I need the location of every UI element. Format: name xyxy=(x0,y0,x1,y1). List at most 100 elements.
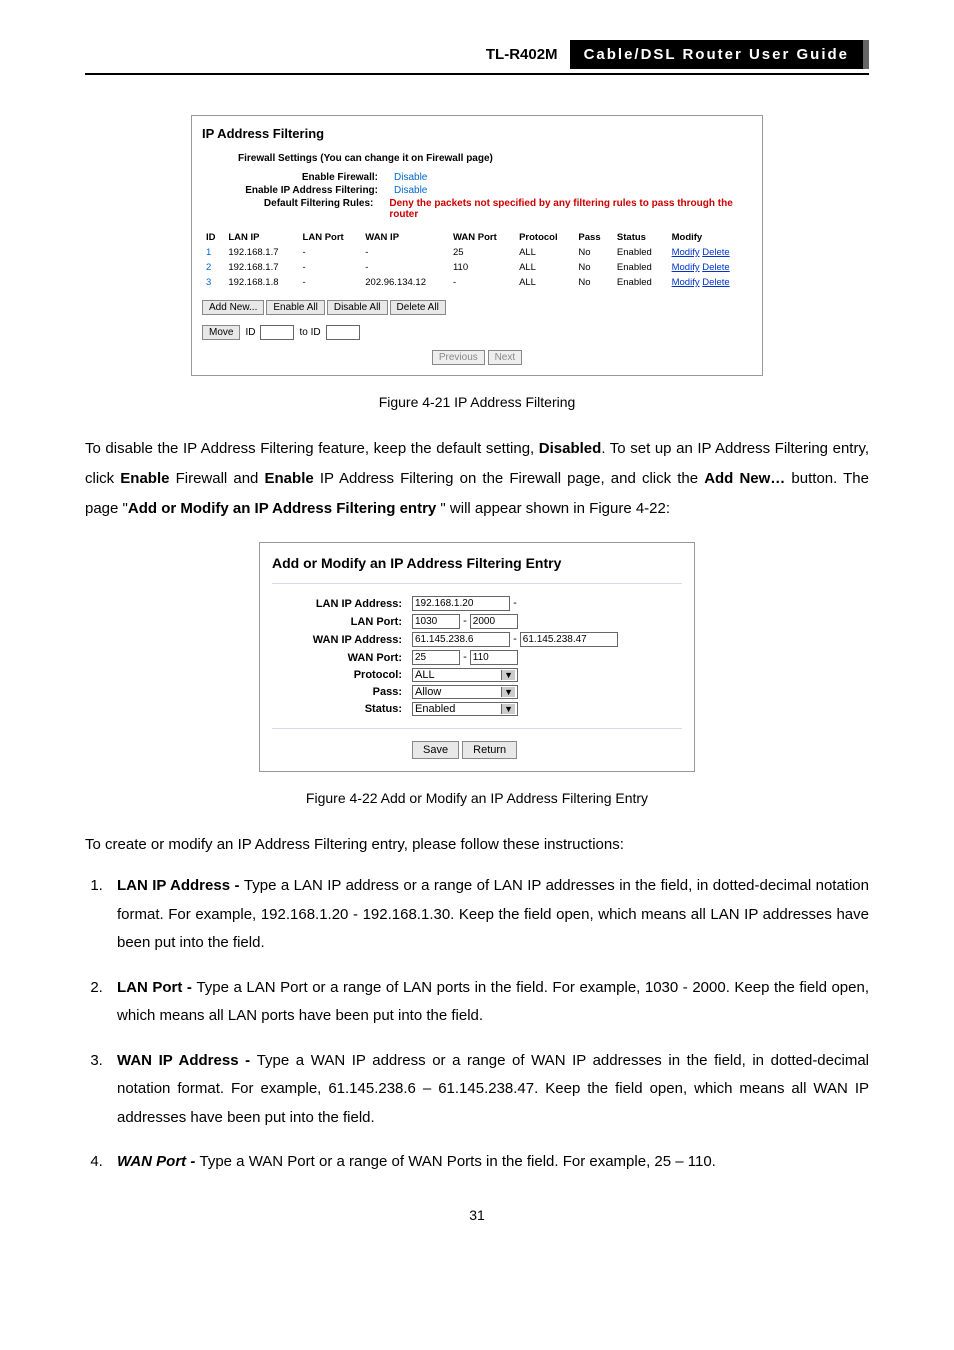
table-row: 1 192.168.1.7 - - 25 ALL No Enabled Modi… xyxy=(202,245,752,260)
cell-status: Enabled xyxy=(613,260,668,275)
disable-all-button[interactable]: Disable All xyxy=(327,300,388,315)
pass-row: Pass: Allow▼ xyxy=(272,685,682,699)
chevron-down-icon: ▼ xyxy=(501,704,515,714)
delete-link[interactable]: Delete xyxy=(702,262,729,273)
list-item: LAN Port - Type a LAN Port or a range of… xyxy=(107,974,869,1031)
cell-lan-ip: 192.168.1.7 xyxy=(224,260,298,275)
delete-link[interactable]: Delete xyxy=(702,277,729,288)
modify-link[interactable]: Modify xyxy=(672,277,700,288)
lan-port-row: LAN Port: - xyxy=(272,614,682,629)
cell-modify: Modify Delete xyxy=(668,260,752,275)
cell-pass: No xyxy=(574,275,613,290)
cell-protocol: ALL xyxy=(515,260,574,275)
add-new-button[interactable]: Add New... xyxy=(202,300,264,315)
cell-wan-port: 110 xyxy=(449,260,515,275)
lan-port-to-input[interactable] xyxy=(470,614,518,629)
instructions-list: LAN IP Address - Type a LAN IP address o… xyxy=(85,872,869,1177)
cell-wan-port: - xyxy=(449,275,515,290)
modify-link[interactable]: Modify xyxy=(672,262,700,273)
dash: - xyxy=(463,651,467,663)
divider xyxy=(272,583,682,584)
enable-all-button[interactable]: Enable All xyxy=(266,300,324,315)
move-row: Move ID to ID xyxy=(202,325,752,340)
wan-port-to-input[interactable] xyxy=(470,650,518,665)
move-id-input[interactable] xyxy=(260,325,294,340)
cell-status: Enabled xyxy=(613,275,668,290)
enable-ipf-label: Enable IP Address Filtering: xyxy=(238,185,394,196)
move-id-label: ID xyxy=(245,327,255,338)
wan-ip-to-input[interactable] xyxy=(520,632,618,647)
protocol-row: Protocol: ALL▼ xyxy=(272,668,682,682)
cell-pass: No xyxy=(574,260,613,275)
wan-ip-row: WAN IP Address: - xyxy=(272,632,682,647)
status-label: Status: xyxy=(272,703,412,715)
previous-button[interactable]: Previous xyxy=(432,350,485,365)
modify-link[interactable]: Modify xyxy=(672,247,700,258)
enable-firewall-label: Enable Firewall: xyxy=(238,172,394,183)
next-button[interactable]: Next xyxy=(488,350,523,365)
col-wan-ip: WAN IP xyxy=(361,230,449,245)
dash: - xyxy=(463,615,467,627)
cell-pass: No xyxy=(574,245,613,260)
dash: - xyxy=(513,597,517,609)
lan-ip-label: LAN IP Address: xyxy=(272,598,412,610)
chevron-down-icon: ▼ xyxy=(501,670,515,680)
pass-label: Pass: xyxy=(272,686,412,698)
default-rules-label: Default Filtering Rules: xyxy=(238,198,389,220)
col-id: ID xyxy=(202,230,224,245)
move-button[interactable]: Move xyxy=(202,325,240,340)
cell-id: 3 xyxy=(202,275,224,290)
status-select[interactable]: Enabled▼ xyxy=(412,702,518,716)
table-header-row: ID LAN IP LAN Port WAN IP WAN Port Proto… xyxy=(202,230,752,245)
list-item: WAN IP Address - Type a WAN IP address o… xyxy=(107,1047,869,1133)
cell-lan-ip: 192.168.1.7 xyxy=(224,245,298,260)
dash: - xyxy=(513,633,517,645)
panel1-title: IP Address Filtering xyxy=(202,126,752,141)
cell-lan-port: - xyxy=(299,245,362,260)
pass-select[interactable]: Allow▼ xyxy=(412,685,518,699)
lan-ip-row: LAN IP Address: - xyxy=(272,596,682,611)
cell-protocol: ALL xyxy=(515,245,574,260)
wan-ip-label: WAN IP Address: xyxy=(272,634,412,646)
cell-wan-ip: 202.96.134.12 xyxy=(361,275,449,290)
col-protocol: Protocol xyxy=(515,230,574,245)
paragraph-2: To create or modify an IP Address Filter… xyxy=(85,830,869,860)
cell-id: 1 xyxy=(202,245,224,260)
to-id-input[interactable] xyxy=(326,325,360,340)
return-button[interactable]: Return xyxy=(462,741,517,759)
cell-wan-ip: - xyxy=(361,260,449,275)
col-wan-port: WAN Port xyxy=(449,230,515,245)
table-row: 3 192.168.1.8 - 202.96.134.12 - ALL No E… xyxy=(202,275,752,290)
save-button[interactable]: Save xyxy=(412,741,459,759)
enable-ipf-row: Enable IP Address Filtering: Disable xyxy=(238,185,752,196)
paragraph-1: To disable the IP Address Filtering feat… xyxy=(85,434,869,524)
cell-id: 2 xyxy=(202,260,224,275)
wan-ip-from-input[interactable] xyxy=(412,632,510,647)
filtering-table: ID LAN IP LAN Port WAN IP WAN Port Proto… xyxy=(202,230,752,290)
figure-caption-1: Figure 4-21 IP Address Filtering xyxy=(85,394,869,410)
divider xyxy=(272,728,682,729)
list-item: WAN Port - Type a WAN Port or a range of… xyxy=(107,1148,869,1177)
cell-protocol: ALL xyxy=(515,275,574,290)
figure-caption-2: Figure 4-22 Add or Modify an IP Address … xyxy=(85,790,869,806)
lan-port-label: LAN Port: xyxy=(272,616,412,628)
cell-lan-port: - xyxy=(299,275,362,290)
wan-port-row: WAN Port: - xyxy=(272,650,682,665)
page-header: TL-R402M Cable/DSL Router User Guide xyxy=(85,40,869,75)
protocol-select[interactable]: ALL▼ xyxy=(412,668,518,682)
cell-modify: Modify Delete xyxy=(668,245,752,260)
enable-firewall-value: Disable xyxy=(394,172,427,183)
cell-lan-port: - xyxy=(299,260,362,275)
enable-ipf-value: Disable xyxy=(394,185,427,196)
action-buttons-row: Add New... Enable All Disable All Delete… xyxy=(202,300,752,315)
nav-buttons-row: Previous Next xyxy=(202,350,752,365)
lan-ip-from-input[interactable] xyxy=(412,596,510,611)
delete-link[interactable]: Delete xyxy=(702,247,729,258)
add-modify-panel: Add or Modify an IP Address Filtering En… xyxy=(259,542,695,772)
lan-port-from-input[interactable] xyxy=(412,614,460,629)
cell-modify: Modify Delete xyxy=(668,275,752,290)
delete-all-button[interactable]: Delete All xyxy=(390,300,446,315)
list-item: LAN IP Address - Type a LAN IP address o… xyxy=(107,872,869,958)
col-lan-ip: LAN IP xyxy=(224,230,298,245)
wan-port-from-input[interactable] xyxy=(412,650,460,665)
